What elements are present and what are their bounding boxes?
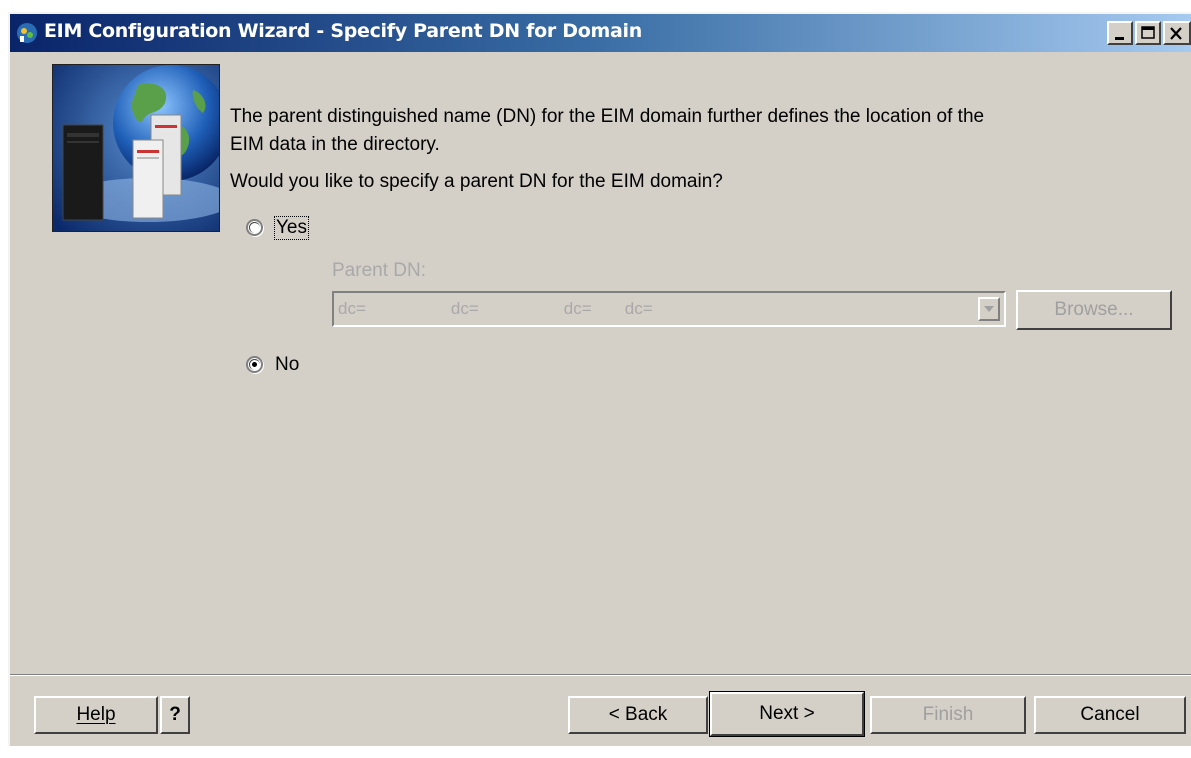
footer-separator	[10, 674, 1191, 676]
description-line-2: EIM data in the directory.	[230, 134, 440, 155]
dropdown-button[interactable]	[978, 297, 1000, 321]
maximize-button[interactable]	[1135, 21, 1161, 45]
description-line-1: The parent distinguished name (DN) for t…	[230, 106, 985, 127]
close-button[interactable]	[1163, 21, 1191, 45]
help-button[interactable]: Help	[34, 696, 158, 734]
eim-wizard-icon	[17, 23, 37, 43]
window-title: EIM Configuration Wizard - Specify Paren…	[44, 20, 642, 42]
parent-dn-value: dc= dc= dc= dc=	[338, 299, 653, 318]
browse-button[interactable]: Browse...	[1016, 290, 1172, 330]
wizard-banner-image	[52, 64, 220, 232]
parent-dn-combobox[interactable]: dc= dc= dc= dc=	[332, 291, 1006, 327]
no-radio[interactable]	[246, 356, 263, 373]
title-bar[interactable]: EIM Configuration Wizard - Specify Paren…	[10, 14, 1191, 52]
close-icon	[1170, 27, 1182, 40]
back-button[interactable]: < Back	[568, 696, 708, 734]
wizard-window: EIM Configuration Wizard - Specify Paren…	[8, 12, 1191, 746]
parent-dn-label: Parent DN:	[332, 260, 426, 281]
minimize-button[interactable]	[1107, 21, 1133, 45]
next-button[interactable]: Next >	[709, 691, 865, 737]
finish-button[interactable]: Finish	[870, 696, 1026, 734]
maximize-icon	[1141, 26, 1155, 39]
help-question-button[interactable]: ?	[160, 696, 190, 734]
yes-radio[interactable]	[246, 219, 263, 236]
yes-radio-label[interactable]: Yes	[274, 216, 309, 240]
cancel-button[interactable]: Cancel	[1034, 696, 1186, 734]
no-radio-label[interactable]: No	[275, 354, 299, 376]
minimize-icon	[1115, 37, 1124, 40]
chevron-down-icon	[984, 306, 994, 312]
servers-globe-illustration	[53, 65, 219, 231]
question-text: Would you like to specify a parent DN fo…	[230, 171, 723, 192]
help-button-label: Help	[76, 704, 116, 725]
